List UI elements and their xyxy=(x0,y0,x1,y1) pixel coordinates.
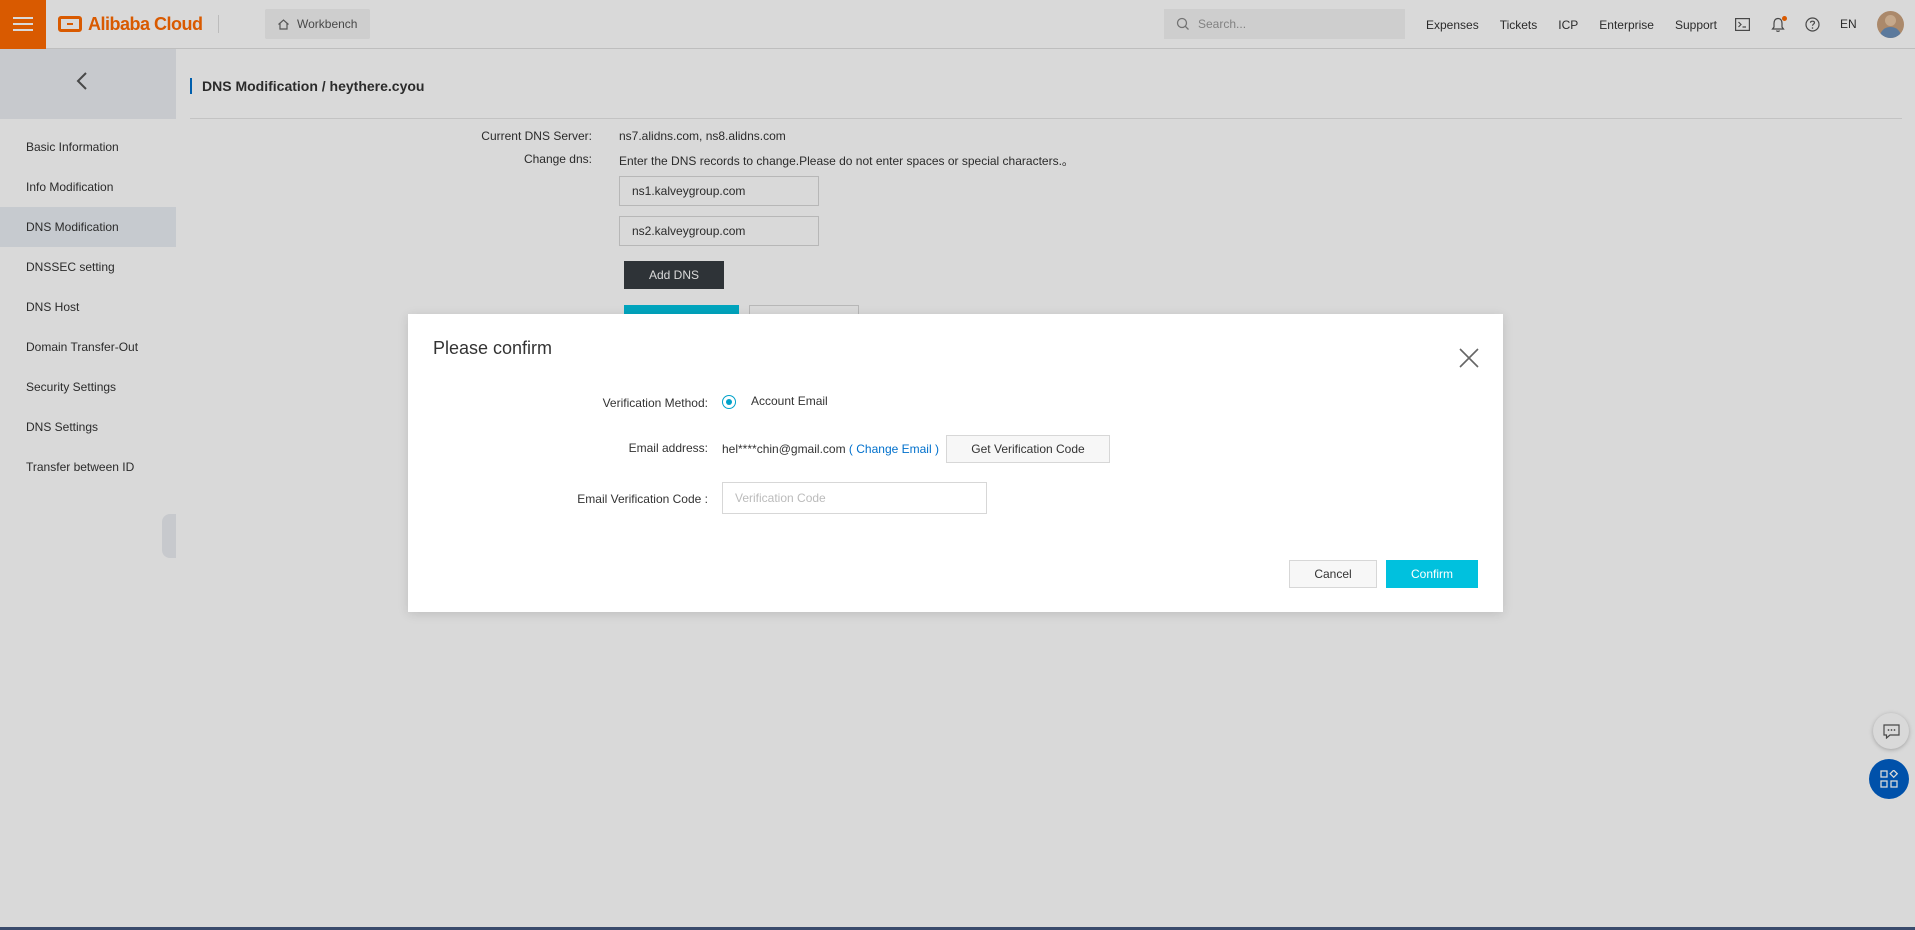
account-email-radio[interactable] xyxy=(722,395,736,409)
account-email-option-label[interactable]: Account Email xyxy=(751,394,828,408)
dialog-title: Please confirm xyxy=(433,338,553,358)
verification-method-label: Verification Method: xyxy=(602,396,708,410)
email-address-label: Email address: xyxy=(628,441,708,455)
masked-email: hel****chin@gmail.com xyxy=(722,442,846,456)
email-address-value: hel****chin@gmail.com ( Change Email ) xyxy=(722,442,939,456)
verification-code-input[interactable] xyxy=(722,482,987,514)
change-email-link[interactable]: ( Change Email ) xyxy=(849,442,939,456)
cancel-button[interactable]: Cancel xyxy=(1289,560,1377,588)
get-verification-code-button[interactable]: Get Verification Code xyxy=(946,435,1110,463)
email-verification-code-label: Email Verification Code : xyxy=(577,492,708,506)
confirm-button[interactable]: Confirm xyxy=(1386,560,1478,588)
confirm-dialog: Please confirm Verification Method: Acco… xyxy=(408,314,1503,612)
close-icon[interactable] xyxy=(1458,347,1480,369)
